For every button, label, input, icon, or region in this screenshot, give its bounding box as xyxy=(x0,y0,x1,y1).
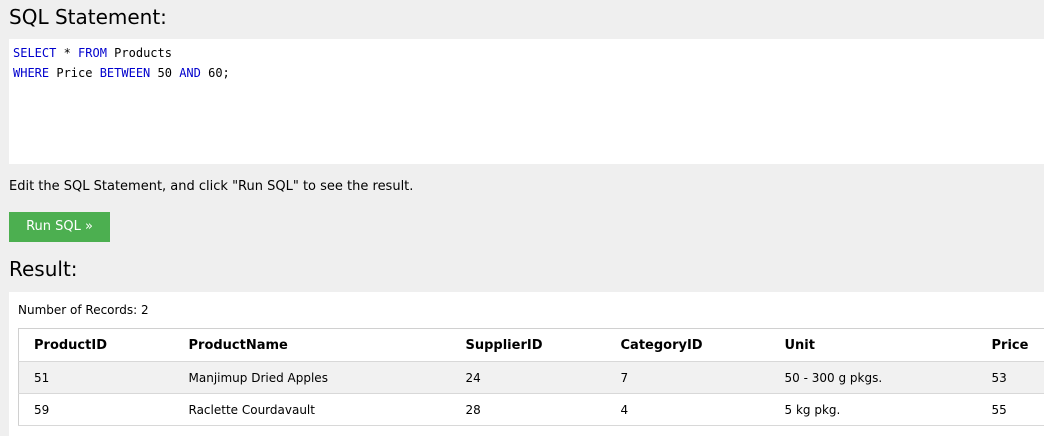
result-title: Result: xyxy=(9,257,78,281)
table-row: 59 Raclette Courdavault 28 4 5 kg pkg. 5… xyxy=(18,393,1044,426)
column-header-supplierid: SupplierID xyxy=(450,328,606,362)
cell-productname: Manjimup Dried Apples xyxy=(173,361,451,394)
cell-productid: 59 xyxy=(18,393,174,426)
keyword-between: BETWEEN xyxy=(99,66,151,80)
page: SQL Statement: SELECT * FROM Products WHE… xyxy=(0,0,1044,436)
result-table: ProductID ProductName SupplierID Categor… xyxy=(18,328,1044,426)
code-text: 50 xyxy=(150,66,180,80)
result-panel: Number of Records: 2 ProductID ProductNa… xyxy=(9,292,1044,436)
cell-supplierid: 24 xyxy=(450,361,606,394)
column-header-unit: Unit xyxy=(769,328,977,362)
code-text: 60; xyxy=(200,66,230,80)
column-header-productname: ProductName xyxy=(173,328,451,362)
cell-unit: 50 - 300 g pkgs. xyxy=(769,361,977,394)
keyword-where: WHERE xyxy=(13,66,50,80)
cell-supplierid: 28 xyxy=(450,393,606,426)
keyword-from: FROM xyxy=(78,46,107,60)
table-row: 51 Manjimup Dried Apples 24 7 50 - 300 g… xyxy=(18,361,1044,394)
code-text: Price xyxy=(49,66,100,80)
record-count: Number of Records: 2 xyxy=(18,303,149,317)
instruction-text: Edit the SQL Statement, and click "Run S… xyxy=(9,179,414,194)
code-text: Products xyxy=(106,46,172,60)
cell-productname: Raclette Courdavault xyxy=(173,393,451,426)
cell-price: 55 xyxy=(976,393,1044,426)
keyword-select: SELECT xyxy=(13,46,57,60)
cell-categoryid: 4 xyxy=(605,393,770,426)
code-text: * xyxy=(56,46,79,60)
column-header-productid: ProductID xyxy=(18,328,174,362)
cell-unit: 5 kg pkg. xyxy=(769,393,977,426)
code-line-2: WHERE Price BETWEEN 50 AND 60; xyxy=(13,63,1040,83)
keyword-and: AND xyxy=(179,66,201,80)
cell-price: 53 xyxy=(976,361,1044,394)
table-header-row: ProductID ProductName SupplierID Categor… xyxy=(18,328,1044,362)
sql-statement-title: SQL Statement: xyxy=(9,5,167,29)
sql-editor[interactable]: SELECT * FROM Products WHERE Price BETWEE… xyxy=(9,39,1044,164)
run-sql-button[interactable]: Run SQL » xyxy=(9,212,110,242)
code-line-1: SELECT * FROM Products xyxy=(13,43,1040,63)
column-header-price: Price xyxy=(976,328,1044,362)
cell-categoryid: 7 xyxy=(605,361,770,394)
column-header-categoryid: CategoryID xyxy=(605,328,770,362)
cell-productid: 51 xyxy=(18,361,174,394)
